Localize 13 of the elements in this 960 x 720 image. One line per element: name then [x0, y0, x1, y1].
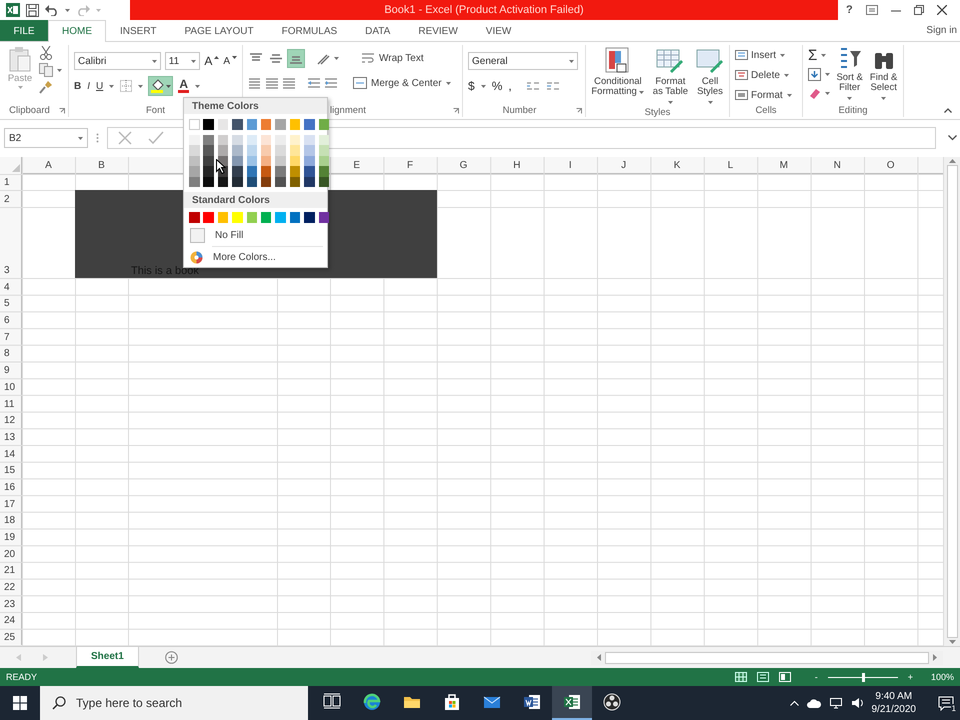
menu-heading: Theme Colors — [184, 98, 327, 114]
group-label: Clipboard — [9, 105, 50, 116]
notification-count: 1 — [950, 704, 957, 712]
status-text: READY — [6, 672, 38, 682]
search-placeholder: Type here to search — [76, 696, 182, 710]
group-label: Cells — [755, 105, 777, 116]
group-label: lignment — [330, 105, 366, 116]
group-label: Number — [502, 105, 536, 116]
group-label: Font — [146, 105, 165, 116]
menu-heading: Standard Colors — [184, 192, 327, 208]
group-label: Editing — [838, 105, 868, 116]
group-label: Styles — [644, 107, 670, 118]
window-title: Book1 - Excel (Product Activation Failed) — [384, 4, 584, 16]
